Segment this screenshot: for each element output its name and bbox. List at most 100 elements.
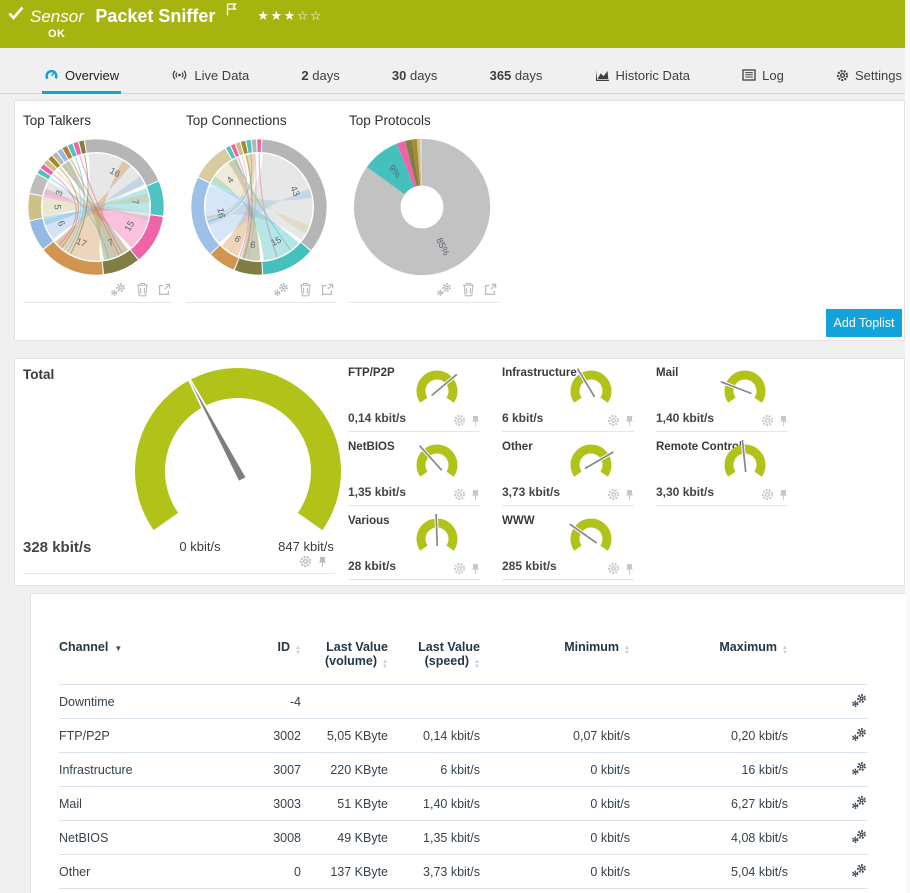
- pin-icon[interactable]: [471, 415, 480, 427]
- table-row-infrastructure: Infrastructure3007220 KByte6 kbit/s0 kbi…: [59, 753, 868, 787]
- tab-label: Settings: [855, 68, 902, 83]
- toplists-card: Top Talkers16715717653 Top Connections43…: [14, 100, 905, 341]
- tab-log[interactable]: Log: [740, 60, 786, 94]
- tab-30-days[interactable]: 30 days: [390, 60, 440, 94]
- external-link-icon[interactable]: [321, 283, 334, 296]
- column-header-id[interactable]: ID▲▼: [229, 640, 301, 685]
- pin-icon[interactable]: [318, 556, 327, 568]
- tab-label: Historic Data: [616, 68, 690, 83]
- pin-icon[interactable]: [471, 563, 480, 575]
- cell-maximum: 5,04 kbit/s: [630, 855, 788, 889]
- channel-settings-gears-icon[interactable]: [851, 795, 868, 810]
- channel-table: Channel▼ID▲▼Last Value(volume)▲▼Last Val…: [59, 640, 868, 889]
- pin-icon[interactable]: [471, 489, 480, 501]
- toplist-chart[interactable]: 431566164: [186, 134, 336, 280]
- column-header-channel[interactable]: Channel▼: [59, 640, 229, 685]
- gear-icon[interactable]: [299, 555, 312, 568]
- toplist-panel-top-protocols: Top Protocols 85%9%: [349, 109, 499, 303]
- channel-settings-gears-icon[interactable]: [851, 863, 868, 878]
- gauge-icon: [44, 68, 59, 82]
- tab-settings[interactable]: Settings: [834, 60, 904, 94]
- cell-maximum: 16 kbit/s: [630, 753, 788, 787]
- channel-gauge-name: NetBIOS: [348, 441, 395, 453]
- cell-last-volume: 49 KByte: [301, 821, 388, 855]
- column-header-actions: [788, 640, 868, 685]
- tab-live-data[interactable]: Live Data: [169, 60, 251, 94]
- tab-overview[interactable]: Overview: [42, 60, 121, 94]
- priority-stars[interactable]: ★★★☆☆: [257, 8, 323, 23]
- gear-icon[interactable]: [607, 414, 620, 427]
- pin-icon[interactable]: [625, 563, 634, 575]
- trash-icon[interactable]: [462, 282, 475, 297]
- total-gauge-max: 847 kbit/s: [261, 539, 351, 554]
- sort-icon: ▲▼: [295, 646, 301, 656]
- column-header-last-value[interactable]: Last Value(volume)▲▼: [301, 640, 388, 685]
- tab-historic-data[interactable]: Historic Data: [593, 60, 692, 94]
- flag-icon[interactable]: [226, 3, 237, 21]
- cell-last-speed: 3,73 kbit/s: [388, 855, 480, 889]
- toplist-title: Top Protocols: [349, 113, 499, 128]
- add-toplist-button[interactable]: Add Toplist: [826, 309, 902, 337]
- channel-gauge-remote-control: Remote Control3,30 kbit/s: [656, 439, 788, 506]
- sort-icon: ▲▼: [382, 660, 388, 670]
- pin-icon[interactable]: [625, 489, 634, 501]
- channel-gauge-name: Mail: [656, 367, 678, 379]
- toplist-chart[interactable]: 16715717653: [23, 134, 173, 280]
- tab-2-days[interactable]: 2 days: [299, 60, 341, 94]
- star-filled-icon[interactable]: ★: [257, 8, 270, 23]
- toplist-chart[interactable]: 85%9%: [349, 134, 499, 280]
- gauges-card: Total 0 kbit/s 847 kbit/s 328 kbit/s FTP…: [14, 358, 905, 586]
- gear-icon[interactable]: [761, 414, 774, 427]
- star-empty-icon[interactable]: ☆: [297, 8, 310, 23]
- channel-gauge-name: Various: [348, 515, 390, 527]
- tab-365-days[interactable]: 365 days: [488, 60, 545, 94]
- gear-icon[interactable]: [453, 488, 466, 501]
- toplist-title: Top Talkers: [23, 113, 173, 128]
- star-filled-icon[interactable]: ★: [270, 8, 283, 23]
- sort-icon: ▲▼: [624, 646, 630, 656]
- total-gauge-actions: [299, 555, 327, 568]
- gear-icon[interactable]: [761, 488, 774, 501]
- channel-gauge-actions: [453, 414, 480, 427]
- svg-text:16: 16: [215, 207, 226, 219]
- channel-gauge-www: WWW 285 kbit/s: [502, 513, 634, 580]
- channel-gauge-value: 0,14 kbit/s: [348, 411, 406, 425]
- divider: [23, 573, 335, 574]
- star-empty-icon[interactable]: ☆: [310, 8, 323, 23]
- gear-icon[interactable]: [607, 562, 620, 575]
- settings-gears-icon[interactable]: [436, 282, 453, 297]
- column-header-maximum[interactable]: Maximum▲▼: [630, 640, 788, 685]
- external-link-icon[interactable]: [158, 283, 171, 296]
- channel-settings-gears-icon[interactable]: [851, 761, 868, 776]
- cell-id: 3007: [229, 753, 301, 787]
- pin-icon[interactable]: [779, 489, 788, 501]
- column-header-minimum[interactable]: Minimum▲▼: [480, 640, 630, 685]
- settings-gears-icon[interactable]: [273, 282, 290, 297]
- channel-settings-gears-icon[interactable]: [851, 727, 868, 742]
- channel-settings-gears-icon[interactable]: [851, 693, 868, 708]
- star-filled-icon[interactable]: ★: [284, 8, 297, 23]
- total-gauge: [118, 367, 358, 545]
- external-link-icon[interactable]: [484, 283, 497, 296]
- trash-icon[interactable]: [299, 282, 312, 297]
- channel-gauge-name: WWW: [502, 515, 535, 527]
- channel-gauge-name: Other: [502, 441, 533, 453]
- channel-gauge-actions: [607, 414, 634, 427]
- pin-icon[interactable]: [779, 415, 788, 427]
- sensor-kind-label: Sensor: [30, 7, 84, 26]
- log-icon: [742, 69, 756, 81]
- column-header-last-value[interactable]: Last Value(speed)▲▼: [388, 640, 480, 685]
- channel-gauge-mail: Mail1,40 kbit/s: [656, 365, 788, 432]
- pin-icon[interactable]: [625, 415, 634, 427]
- channel-gauge-actions: [607, 562, 634, 575]
- cell-last-speed: [388, 685, 480, 719]
- channel-gauge-name: FTP/P2P: [348, 367, 395, 379]
- channel-settings-gears-icon[interactable]: [851, 829, 868, 844]
- settings-gears-icon[interactable]: [110, 282, 127, 297]
- gear-icon[interactable]: [453, 562, 466, 575]
- trash-icon[interactable]: [136, 282, 149, 297]
- gear-icon[interactable]: [607, 488, 620, 501]
- channel-gauge-grid: FTP/P2P0,14 kbit/s Infrastructure6 kbit/…: [348, 365, 788, 580]
- gear-icon[interactable]: [453, 414, 466, 427]
- channel-gauge-value: 285 kbit/s: [502, 559, 557, 573]
